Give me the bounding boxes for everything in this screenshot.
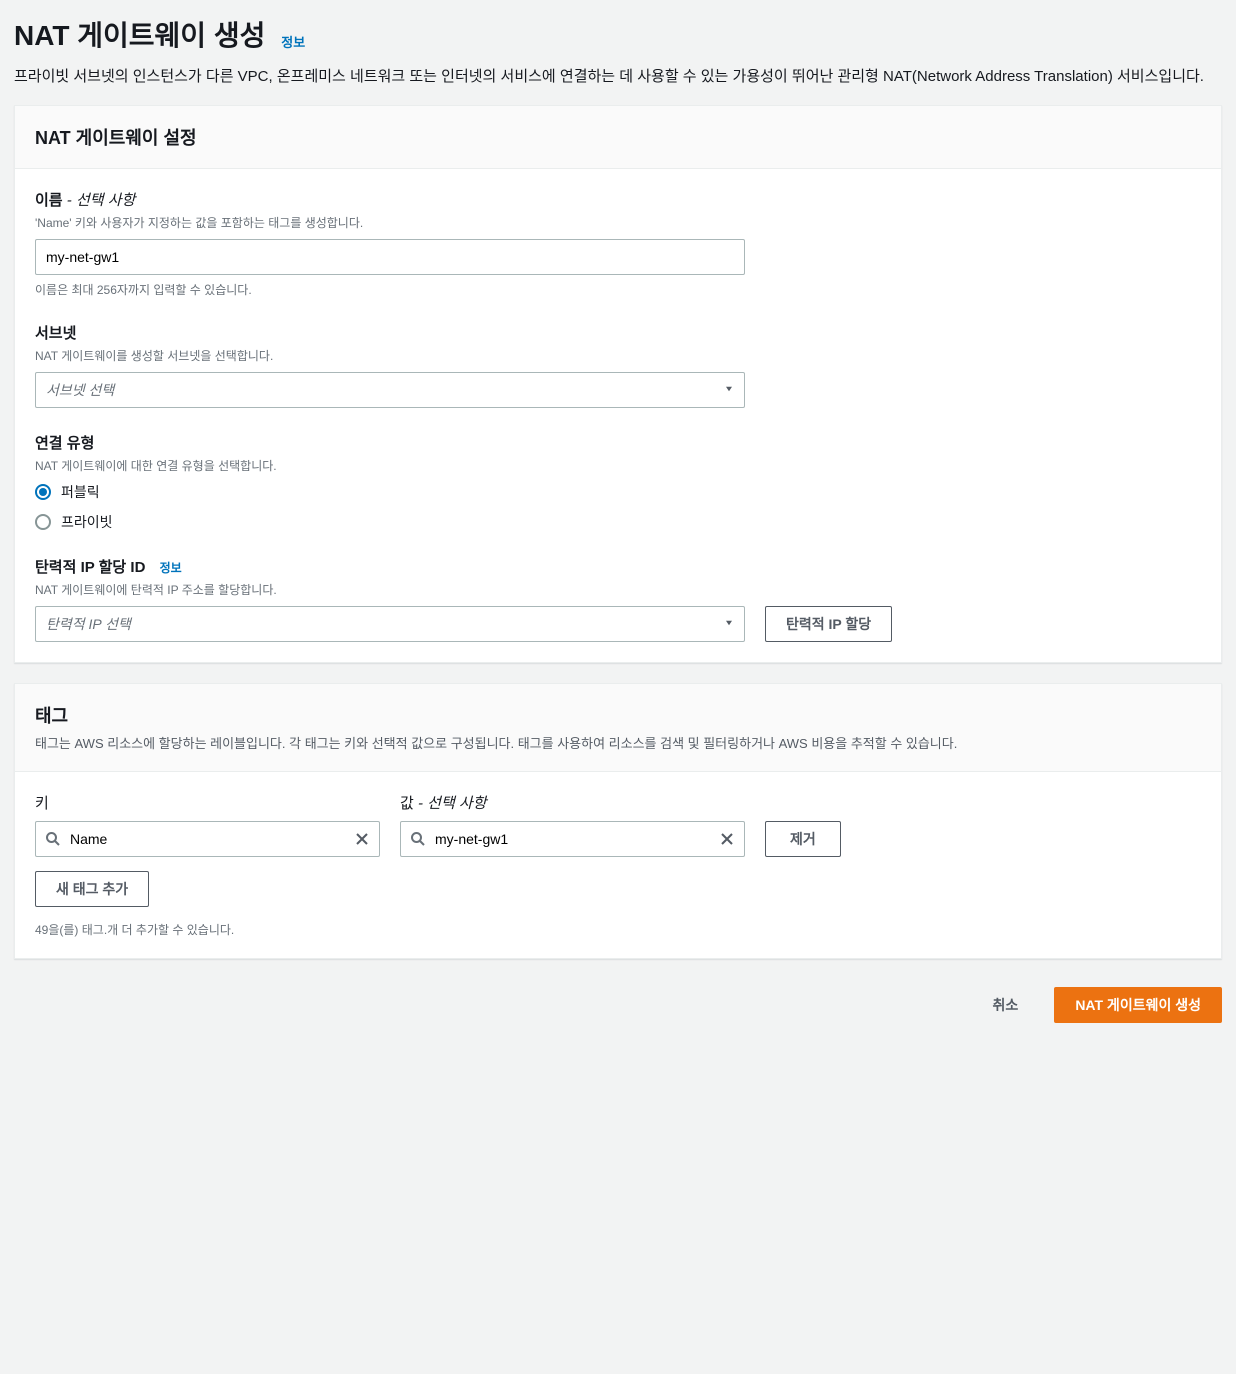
eip-select-wrapper: 탄력적 IP 선택 xyxy=(35,606,745,642)
subnet-select-wrapper: 서브넷 선택 xyxy=(35,372,745,408)
settings-body: 이름 - 선택 사항 'Name' 키와 사용자가 지정하는 값을 포함하는 태… xyxy=(15,169,1221,662)
settings-panel-header: NAT 게이트웨이 설정 xyxy=(15,106,1221,169)
subnet-select[interactable]: 서브넷 선택 xyxy=(35,372,745,408)
subnet-group: 서브넷 NAT 게이트웨이를 생성할 서브넷을 선택합니다. 서브넷 선택 xyxy=(35,322,1201,408)
tags-title: 태그 xyxy=(35,702,1201,728)
search-icon xyxy=(410,831,426,847)
tags-remaining: 49을(를) 태그.개 더 추가할 수 있습니다. xyxy=(35,921,1201,938)
settings-title: NAT 게이트웨이 설정 xyxy=(35,124,1201,150)
create-button[interactable]: NAT 게이트웨이 생성 xyxy=(1054,987,1222,1023)
radio-public[interactable]: 퍼블릭 xyxy=(35,482,1201,502)
eip-row: 탄력적 IP 선택 탄력적 IP 할당 xyxy=(35,606,1201,642)
tags-description: 태그는 AWS 리소스에 할당하는 레이블입니다. 각 태그는 키와 선택적 값… xyxy=(35,734,1201,754)
eip-help: NAT 게이트웨이에 탄력적 IP 주소를 할당합니다. xyxy=(35,581,1201,598)
connection-help: NAT 게이트웨이에 대한 연결 유형을 선택합니다. xyxy=(35,457,1201,474)
name-label: 이름 - 선택 사항 xyxy=(35,189,1201,210)
name-group: 이름 - 선택 사항 'Name' 키와 사용자가 지정하는 값을 포함하는 태… xyxy=(35,189,1201,298)
subnet-label: 서브넷 xyxy=(35,322,1201,343)
page-title: NAT 게이트웨이 생성 xyxy=(14,20,265,51)
close-icon[interactable] xyxy=(354,831,370,847)
name-hint: 이름은 최대 256자까지 입력할 수 있습니다. xyxy=(35,281,1201,298)
tag-key-header: 키 xyxy=(35,792,380,813)
name-label-text: 이름 xyxy=(35,192,63,209)
name-input[interactable] xyxy=(35,239,745,275)
eip-group: 탄력적 IP 할당 ID 정보 NAT 게이트웨이에 탄력적 IP 주소를 할당… xyxy=(35,556,1201,642)
eip-label-text: 탄력적 IP 할당 ID xyxy=(35,559,145,576)
page-header: NAT 게이트웨이 생성 정보 프라이빗 서브넷의 인스턴스가 다른 VPC, … xyxy=(14,14,1222,89)
connection-group: 연결 유형 NAT 게이트웨이에 대한 연결 유형을 선택합니다. 퍼블릭 프라… xyxy=(35,432,1201,532)
tags-panel: 태그 태그는 AWS 리소스에 할당하는 레이블입니다. 각 태그는 키와 선택… xyxy=(14,683,1222,960)
tag-value-wrapper xyxy=(400,821,745,857)
name-optional: - 선택 사항 xyxy=(63,192,136,209)
tag-value-input[interactable] xyxy=(400,821,745,857)
action-bar: 취소 NAT 게이트웨이 생성 xyxy=(14,979,1222,1031)
tag-key-input[interactable] xyxy=(35,821,380,857)
remove-tag-button[interactable]: 제거 xyxy=(765,821,841,857)
radio-private[interactable]: 프라이빗 xyxy=(35,512,1201,532)
tag-key-wrapper xyxy=(35,821,380,857)
page-description: 프라이빗 서브넷의 인스턴스가 다른 VPC, 온프레미스 네트워크 또는 인터… xyxy=(14,66,1222,89)
allocate-eip-button[interactable]: 탄력적 IP 할당 xyxy=(765,606,892,642)
radio-public-label: 퍼블릭 xyxy=(61,482,100,502)
tags-panel-header: 태그 태그는 AWS 리소스에 할당하는 레이블입니다. 각 태그는 키와 선택… xyxy=(15,684,1221,773)
add-tag-button[interactable]: 새 태그 추가 xyxy=(35,871,149,907)
radio-private-label: 프라이빗 xyxy=(61,512,113,532)
tag-value-header-text: 값 xyxy=(400,795,414,812)
search-icon xyxy=(45,831,61,847)
tag-row: 제거 xyxy=(35,821,1201,857)
tag-headers: 키 값 - 선택 사항 xyxy=(35,792,1201,813)
eip-select[interactable]: 탄력적 IP 선택 xyxy=(35,606,745,642)
close-icon[interactable] xyxy=(719,831,735,847)
tags-body: 키 값 - 선택 사항 제거 새 태그 추가 49을(를) 태그.개 더 추가할… xyxy=(15,772,1221,958)
settings-panel: NAT 게이트웨이 설정 이름 - 선택 사항 'Name' 키와 사용자가 지… xyxy=(14,105,1222,663)
tag-value-header: 값 - 선택 사항 xyxy=(400,792,745,813)
info-link[interactable]: 정보 xyxy=(281,35,305,50)
tag-value-optional: - 선택 사항 xyxy=(414,795,487,812)
cancel-button[interactable]: 취소 xyxy=(973,987,1039,1023)
connection-label: 연결 유형 xyxy=(35,432,1201,453)
subnet-help: NAT 게이트웨이를 생성할 서브넷을 선택합니다. xyxy=(35,347,1201,364)
connection-radio-group: 퍼블릭 프라이빗 xyxy=(35,482,1201,532)
radio-icon-unchecked xyxy=(35,514,51,530)
radio-icon-checked xyxy=(35,484,51,500)
name-help: 'Name' 키와 사용자가 지정하는 값을 포함하는 태그를 생성합니다. xyxy=(35,214,1201,231)
eip-info-link[interactable]: 정보 xyxy=(160,561,182,575)
eip-label: 탄력적 IP 할당 ID 정보 xyxy=(35,556,1201,577)
